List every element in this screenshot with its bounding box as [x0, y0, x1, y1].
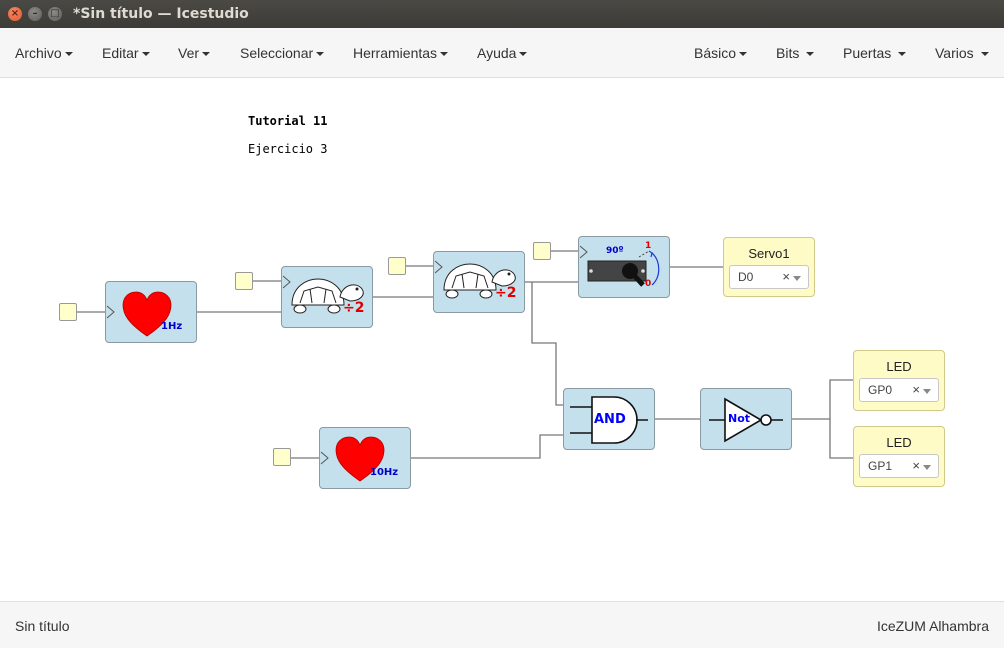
heartbeat-1hz-block[interactable]: 1Hz — [105, 281, 197, 343]
chevron-down-icon — [519, 52, 528, 57]
output-title: Servo1 — [748, 246, 790, 261]
servo-top-label: 1 — [645, 241, 652, 251]
chevron-down-icon — [202, 52, 211, 57]
frequency-label: 1Hz — [161, 321, 183, 332]
menu-bits[interactable]: Bits — [776, 45, 815, 61]
board-name[interactable]: IceZUM Alhambra — [877, 618, 989, 634]
chevron-down-icon — [316, 52, 325, 57]
servo-icon — [579, 245, 660, 287]
project-name: Sin título — [15, 618, 70, 634]
menu-label: Archivo — [15, 45, 62, 61]
servo-bottom-label: 0 — [645, 279, 652, 289]
chevron-down-icon — [739, 52, 748, 57]
output-led-gp1[interactable]: LED GP1 × — [853, 426, 945, 487]
and-gate-label: AND — [594, 412, 626, 427]
turtle-icon — [282, 275, 364, 314]
turtle-icon — [434, 260, 516, 299]
wire — [531, 282, 564, 406]
angle-label: 90º — [606, 246, 624, 256]
output-servo1[interactable]: Servo1 D0 × — [723, 237, 815, 297]
output-title: LED — [886, 359, 912, 374]
menu-label: Editar — [102, 45, 139, 61]
not-gate-block[interactable]: Not — [700, 388, 792, 450]
statusbar: Sin título IceZUM Alhambra — [0, 601, 1004, 648]
chevron-down-icon — [64, 52, 73, 57]
menu-editar[interactable]: Editar — [102, 45, 150, 61]
divider-label: ÷2 — [343, 300, 365, 316]
wire — [829, 419, 854, 459]
pin-select-value: GP1 — [868, 459, 893, 473]
frequency-label: 10Hz — [370, 467, 399, 478]
menu-archivo[interactable]: Archivo — [15, 45, 73, 61]
menu-label: Bits — [776, 45, 800, 61]
window-titlebar: × – □ *Sin título — Icestudio — [0, 0, 1004, 28]
note-title[interactable]: Tutorial 11 — [248, 114, 327, 128]
pin-select[interactable]: D0 × — [729, 265, 809, 289]
chevron-down-icon — [806, 52, 815, 57]
menu-seleccionar[interactable]: Seleccionar — [240, 45, 325, 61]
pin-select-value: D0 — [738, 270, 754, 284]
menu-puertas[interactable]: Puertas — [843, 45, 907, 61]
close-window-button[interactable]: × — [8, 7, 22, 21]
input-pin[interactable] — [273, 448, 291, 466]
pin-select[interactable]: GP1 × — [859, 454, 939, 478]
prescaler-block[interactable]: ÷2 — [281, 266, 373, 328]
dropdown-arrow-icon[interactable] — [793, 276, 801, 281]
wire — [410, 434, 564, 459]
clear-icon[interactable]: × — [912, 382, 920, 397]
and-gate-block[interactable]: AND — [563, 388, 655, 450]
menu-label: Básico — [694, 45, 737, 61]
menu-label: Herramientas — [353, 45, 438, 61]
chevron-down-icon — [980, 52, 989, 57]
heartbeat-10hz-block[interactable]: 10Hz — [319, 427, 411, 489]
servo-block[interactable]: 90º 1 0 — [578, 236, 670, 298]
menubar: Archivo Editar Ver Seleccionar Herramien… — [0, 28, 1004, 78]
input-pin[interactable] — [388, 257, 406, 275]
output-led-gp0[interactable]: LED GP0 × — [853, 350, 945, 411]
input-pin[interactable] — [533, 242, 551, 260]
chevron-down-icon — [141, 52, 150, 57]
output-title: LED — [886, 435, 912, 450]
maximize-window-button[interactable]: □ — [48, 7, 62, 21]
divider-label: ÷2 — [495, 285, 517, 301]
input-pin[interactable] — [235, 272, 253, 290]
not-gate-label: Not — [728, 412, 751, 425]
chevron-down-icon — [440, 52, 449, 57]
window-title: *Sin título — Icestudio — [73, 6, 249, 22]
heart-icon — [106, 291, 172, 337]
menu-label: Ver — [178, 45, 200, 61]
pin-select-value: GP0 — [868, 383, 893, 397]
menu-ver[interactable]: Ver — [178, 45, 211, 61]
wire — [791, 379, 854, 420]
design-canvas[interactable]: Tutorial 11 Ejercicio 3 1Hz 10Hz ÷2 ÷2 9… — [0, 78, 1004, 601]
prescaler-block[interactable]: ÷2 — [433, 251, 525, 313]
dropdown-arrow-icon[interactable] — [923, 465, 931, 470]
note-subtitle[interactable]: Ejercicio 3 — [248, 142, 327, 156]
clear-icon[interactable]: × — [912, 458, 920, 473]
menu-label: Seleccionar — [240, 45, 314, 61]
menu-ayuda[interactable]: Ayuda — [477, 45, 528, 61]
menu-herramientas[interactable]: Herramientas — [353, 45, 449, 61]
menu-basico[interactable]: Básico — [694, 45, 748, 61]
input-pin[interactable] — [59, 303, 77, 321]
clear-icon[interactable]: × — [782, 269, 790, 284]
menu-label: Ayuda — [477, 45, 517, 61]
dropdown-arrow-icon[interactable] — [923, 389, 931, 394]
menu-varios[interactable]: Varios — [935, 45, 989, 61]
heart-icon — [320, 436, 385, 482]
menu-label: Varios — [935, 45, 974, 61]
menu-label: Puertas — [843, 45, 892, 61]
pin-select[interactable]: GP0 × — [859, 378, 939, 402]
minimize-window-button[interactable]: – — [28, 7, 42, 21]
chevron-down-icon — [898, 52, 907, 57]
